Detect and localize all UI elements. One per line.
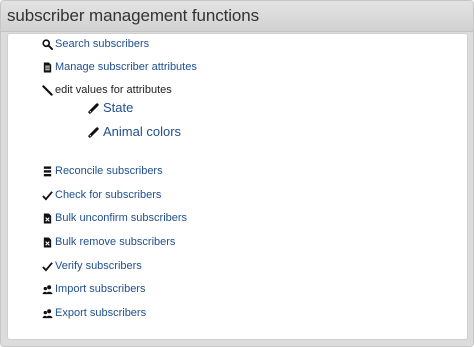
check-subscribers-label[interactable]: Check for subscribers bbox=[55, 188, 161, 202]
pencil-icon bbox=[86, 102, 100, 114]
check-subscribers-link[interactable]: Check for subscribers bbox=[41, 188, 161, 202]
verify-subscribers-label[interactable]: Verify subscribers bbox=[55, 259, 142, 273]
reconcile-subscribers-label[interactable]: Reconcile subscribers bbox=[55, 164, 163, 178]
edit-animal-colors-link[interactable]: Animal colors bbox=[86, 125, 181, 139]
pencil-icon bbox=[86, 126, 100, 138]
search-subscribers-label[interactable]: Search subscribers bbox=[55, 37, 149, 51]
edit-values-heading: edit values for attributes bbox=[41, 83, 172, 97]
users-icon bbox=[41, 307, 53, 319]
list-icon bbox=[41, 165, 53, 177]
manage-attributes-label[interactable]: Manage subscriber attributes bbox=[55, 60, 197, 74]
document-icon bbox=[41, 61, 53, 73]
panel-title: subscriber management functions bbox=[7, 6, 260, 25]
pencil-icon bbox=[41, 84, 53, 96]
edit-state-link[interactable]: State bbox=[86, 101, 133, 115]
search-subscribers-link[interactable]: Search subscribers bbox=[41, 37, 149, 51]
search-icon bbox=[41, 38, 53, 50]
import-subscribers-label[interactable]: Import subscribers bbox=[55, 282, 145, 296]
subscriber-management-panel: subscriber management functions Search s… bbox=[0, 0, 474, 347]
export-subscribers-label[interactable]: Export subscribers bbox=[55, 306, 146, 320]
checkmark-icon bbox=[41, 189, 53, 201]
manage-attributes-link[interactable]: Manage subscriber attributes bbox=[41, 60, 197, 74]
document-cross-icon bbox=[41, 236, 53, 248]
verify-subscribers-link[interactable]: Verify subscribers bbox=[41, 259, 142, 273]
document-cross-icon bbox=[41, 212, 53, 224]
edit-animal-colors-label[interactable]: Animal colors bbox=[103, 125, 181, 139]
edit-values-label: edit values for attributes bbox=[55, 84, 172, 96]
bulk-remove-label[interactable]: Bulk remove subscribers bbox=[55, 235, 175, 249]
bulk-unconfirm-label[interactable]: Bulk unconfirm subscribers bbox=[55, 211, 187, 225]
import-subscribers-link[interactable]: Import subscribers bbox=[41, 282, 145, 296]
reconcile-subscribers-link[interactable]: Reconcile subscribers bbox=[41, 164, 163, 178]
edit-state-label[interactable]: State bbox=[103, 101, 133, 115]
export-subscribers-link[interactable]: Export subscribers bbox=[41, 306, 146, 320]
checkmark-icon bbox=[41, 260, 53, 272]
bulk-remove-link[interactable]: Bulk remove subscribers bbox=[41, 235, 175, 249]
panel-header: subscriber management functions bbox=[1, 1, 473, 32]
bulk-unconfirm-link[interactable]: Bulk unconfirm subscribers bbox=[41, 211, 187, 225]
panel-body: Search subscribers Manage subscriber att… bbox=[7, 33, 468, 340]
users-icon bbox=[41, 283, 53, 295]
